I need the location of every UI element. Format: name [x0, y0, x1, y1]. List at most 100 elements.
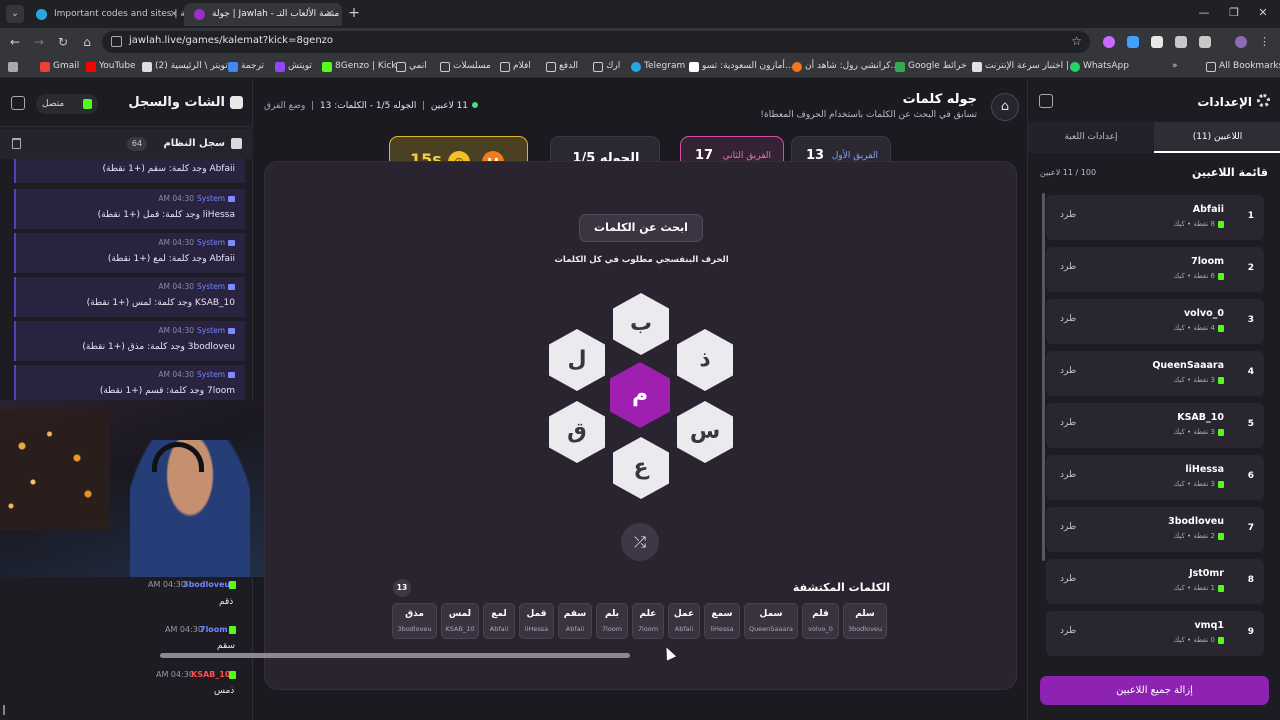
extension-icon[interactable]	[1151, 36, 1163, 48]
tab-search-icon[interactable]: ⌄	[6, 5, 24, 23]
chat-username[interactable]: KSAB_10	[191, 670, 230, 679]
letter-tile-top[interactable]: ب	[613, 293, 669, 355]
back-icon[interactable]: ←	[8, 35, 22, 49]
new-tab-button[interactable]: +	[346, 5, 362, 21]
maximize-icon[interactable]: ❐	[1226, 6, 1242, 19]
home-icon[interactable]: ⌂	[80, 35, 94, 49]
bookmark-folder-ark[interactable]: ارك	[593, 61, 620, 72]
browser-tab-important-codes[interactable]: Important codes and sites | جمعية ✕	[26, 3, 186, 26]
found-words-title: الكلمات المكتشفة	[792, 581, 890, 594]
kick-icon	[1218, 532, 1224, 540]
bookmark-crunchyroll[interactable]: كرانشي رول: شاهد أن...	[792, 61, 899, 72]
chat-username[interactable]: 3bodloveu	[183, 580, 230, 589]
found-word-chip: عمل Abfaii	[668, 603, 700, 639]
kick-player-button[interactable]: طرد	[1060, 574, 1076, 584]
bookmark-whatsapp[interactable]: WhatsApp	[1070, 61, 1129, 72]
all-bookmarks[interactable]: All Bookmarks	[1206, 61, 1280, 72]
tab-game-settings[interactable]: إعدادات اللعبة	[1028, 122, 1154, 153]
system-message-text: 7loom وجد كلمة: قسم (+1 نقطة)	[99, 386, 235, 396]
bookmark-google-maps[interactable]: Google خرائط	[895, 61, 967, 72]
system-message: AM 04:30 System KSAB_10 وجد كلمة: لمس (+1…	[14, 277, 245, 317]
bookmark-twitch[interactable]: تويتش	[275, 61, 312, 72]
browser-tab-jawlah[interactable]: جولة | Jawlah - منصة الألعاب التـ ✕	[184, 3, 342, 26]
player-name: KSAB_10	[1177, 412, 1224, 423]
team-name: الفريق الثاني	[722, 151, 771, 161]
crunchyroll-icon	[792, 62, 802, 72]
bookmark-twitter[interactable]: (2) تويتر \ الرئيسية	[142, 61, 228, 72]
system-log-header[interactable]: 64 سجل النظام	[0, 129, 253, 159]
bookmark-gmail[interactable]: Gmail	[40, 61, 79, 72]
chat-scrollbar[interactable]	[3, 705, 5, 715]
kick-icon	[1218, 480, 1224, 488]
game-subtitle: تسابق في البحث عن الكلمات باستخدام الحرو…	[760, 110, 977, 120]
extension-icon[interactable]	[1127, 36, 1139, 48]
kick-player-button[interactable]: طرد	[1060, 366, 1076, 376]
system-message-text: 3bodloveu وجد كلمة: مذق (+1 نقطة)	[82, 342, 235, 352]
bookmark-star-icon[interactable]: ☆	[1071, 34, 1082, 48]
kick-player-button[interactable]: طرد	[1060, 626, 1076, 636]
letter-tile-bottom[interactable]: ع	[613, 437, 669, 499]
letter-tile-top-right[interactable]: ذ	[677, 329, 733, 391]
home-button[interactable]: ⌂	[991, 93, 1019, 121]
trash-icon[interactable]	[12, 138, 21, 149]
extension-icon[interactable]	[1175, 36, 1187, 48]
system-message: AM 04:30 System 7loom وجد كلمة: قسم (+1 ن…	[14, 365, 245, 405]
kick-player-button[interactable]: طرد	[1060, 262, 1076, 272]
profile-avatar[interactable]	[1235, 36, 1247, 48]
letter-tile-center[interactable]: م	[610, 362, 670, 428]
kick-player-button[interactable]: طرد	[1060, 314, 1076, 324]
system-message-text: KSAB_10 وجد كلمة: لمس (+1 نقطة)	[86, 298, 235, 308]
letter-tile-top-left[interactable]: ل	[549, 329, 605, 391]
player-points: 3 نقطة • كيك	[1173, 376, 1224, 384]
forward-icon[interactable]: →	[32, 35, 46, 49]
system-message-text: liHessa وجد كلمة: قمل (+1 نقطة)	[97, 210, 235, 220]
tab-players[interactable]: اللاعبين (11)	[1154, 122, 1280, 153]
players-list[interactable]: 1 Abfaii 8 نقطة • كيك طرد 2 7loom 6 نقطة…	[1040, 193, 1272, 666]
extension-icon[interactable]	[1103, 36, 1115, 48]
kick-player-button[interactable]: طرد	[1060, 522, 1076, 532]
close-window-icon[interactable]: ✕	[1255, 6, 1271, 19]
bookmark-youtube[interactable]: YouTube	[86, 61, 136, 72]
system-message-text: Abfaii وجد كلمة: لمع (+1 نقطة)	[107, 254, 235, 264]
player-name: QueenSaaara	[1152, 360, 1224, 371]
letter-tile-bottom-left[interactable]: ق	[549, 401, 605, 463]
bookmark-folder-anime[interactable]: انمي	[396, 61, 427, 72]
kick-icon	[1218, 428, 1224, 436]
extensions-puzzle-icon[interactable]	[1199, 36, 1211, 48]
reload-icon[interactable]: ↻	[56, 35, 70, 49]
bot-icon	[228, 284, 235, 290]
collapse-panel-icon[interactable]	[1039, 94, 1053, 108]
bot-icon	[228, 372, 235, 378]
chat-username[interactable]: 7loom	[200, 625, 228, 634]
player-row: 7 3bodloveu 2 نقطة • كيك طرد	[1046, 507, 1264, 552]
status-text: متصل	[42, 99, 65, 109]
bookmark-telegram[interactable]: Telegram	[631, 61, 685, 72]
kick-player-button[interactable]: طرد	[1060, 470, 1076, 480]
close-tab-icon[interactable]: ✕	[326, 3, 334, 26]
bookmark-amazon[interactable]: أمازون السعودية: تسو...	[689, 61, 794, 72]
kick-player-button[interactable]: طرد	[1060, 210, 1076, 220]
bookmark-folder-movies[interactable]: افلام	[500, 61, 531, 72]
bookmark-folder-payment[interactable]: الدفع	[546, 61, 578, 72]
found-words-list[interactable]: سلم 3bodloveu قلم volvo_0 سمل QueenSaaara س…	[385, 603, 897, 647]
address-toolbar: ← → ↻ ⌂ jawlah.live/games/kalemat?kick=8…	[0, 28, 1280, 56]
letter-tile-bottom-right[interactable]: س	[677, 401, 733, 463]
minimize-icon[interactable]: —	[1196, 6, 1212, 19]
gmail-icon	[40, 62, 50, 72]
players-count: 100 / 11 لاعبين	[1040, 168, 1097, 177]
found-words-scrollbar[interactable]	[160, 653, 630, 658]
close-tab-icon[interactable]: ✕	[170, 3, 178, 26]
url-bar[interactable]: jawlah.live/games/kalemat?kick=8genzo ☆	[102, 31, 1090, 53]
shuffle-button[interactable]: ⤮	[621, 523, 659, 561]
system-message-meta: AM 04:30 System	[158, 370, 235, 379]
browser-menu-icon[interactable]: ⋮	[1259, 36, 1271, 48]
bookmark-folder-series[interactable]: مسلسلات	[440, 61, 491, 72]
site-info-icon[interactable]	[111, 36, 122, 47]
bookmark-translate[interactable]: ترجمة	[228, 61, 264, 72]
bookmark-kick[interactable]: 8Genzo | Kick	[322, 61, 397, 72]
bookmark-speedtest[interactable]: اختبار سرعة الإنترنت |...	[972, 61, 1078, 72]
kick-player-button[interactable]: طرد	[1060, 418, 1076, 428]
collapse-panel-icon[interactable]	[11, 96, 25, 110]
bookmarks-overflow-icon[interactable]: »	[1172, 61, 1178, 71]
remove-all-players-button[interactable]: إزالة جميع اللاعبين	[1040, 676, 1269, 705]
